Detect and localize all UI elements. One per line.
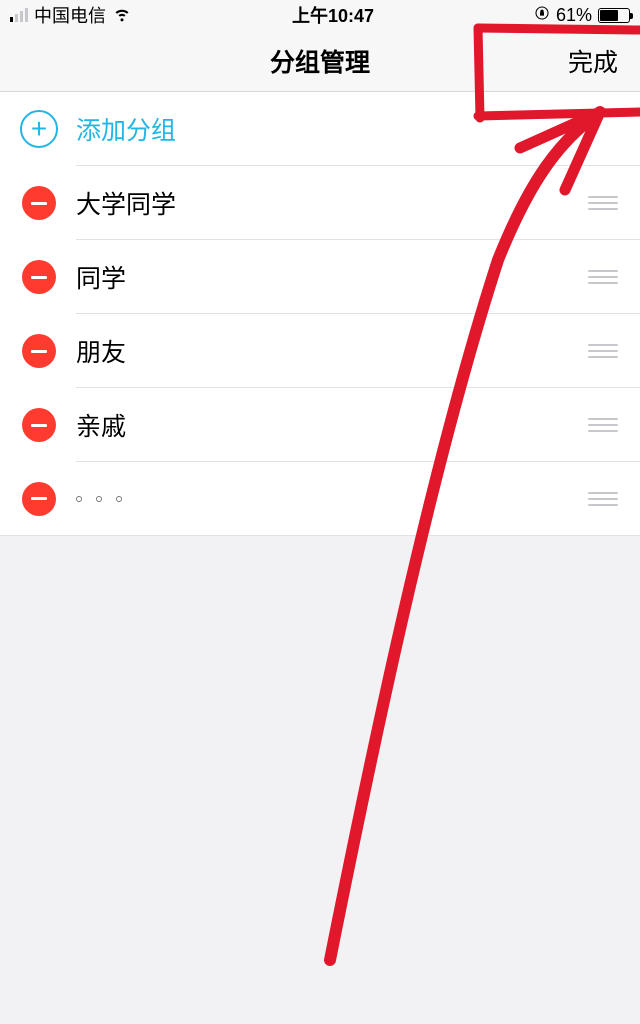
nav-bar: 分组管理 完成 [0,30,640,92]
drag-handle-icon[interactable] [588,418,620,432]
status-right: 61% [534,5,630,26]
group-label: 亲戚 [76,407,126,443]
group-row[interactable]: 同学 [0,240,640,314]
status-time: 上午10:47 [292,2,374,28]
group-row-more[interactable] [0,462,640,536]
wifi-icon [112,3,132,28]
battery-percent: 61% [556,5,592,26]
carrier-label: 中国电信 [34,2,106,28]
delete-button[interactable] [20,406,58,444]
drag-handle-icon[interactable] [588,492,620,506]
done-button[interactable]: 完成 [568,43,618,79]
drag-handle-icon[interactable] [588,270,620,284]
status-left: 中国电信 [10,2,132,28]
orientation-lock-icon [534,5,550,26]
delete-button[interactable] [20,184,58,222]
add-group-label: 添加分组 [76,111,176,147]
group-label: 大学同学 [76,185,176,221]
battery-icon [598,8,630,23]
group-row[interactable]: 大学同学 [0,166,640,240]
group-label: 同学 [76,259,126,295]
group-row[interactable]: 朋友 [0,314,640,388]
add-group-row[interactable]: + 添加分组 [0,92,640,166]
group-row[interactable]: 亲戚 [0,388,640,462]
drag-handle-icon[interactable] [588,196,620,210]
drag-handle-icon[interactable] [588,344,620,358]
group-label: 朋友 [76,333,126,369]
delete-button[interactable] [20,258,58,296]
delete-button[interactable] [20,480,58,518]
delete-button[interactable] [20,332,58,370]
page-title: 分组管理 [270,43,370,79]
status-bar: 中国电信 上午10:47 61% [0,0,640,30]
group-list: + 添加分组 大学同学 同学 朋友 亲戚 [0,92,640,536]
plus-icon: + [20,110,58,148]
ellipsis-icon [76,496,122,502]
signal-icon [10,8,28,22]
